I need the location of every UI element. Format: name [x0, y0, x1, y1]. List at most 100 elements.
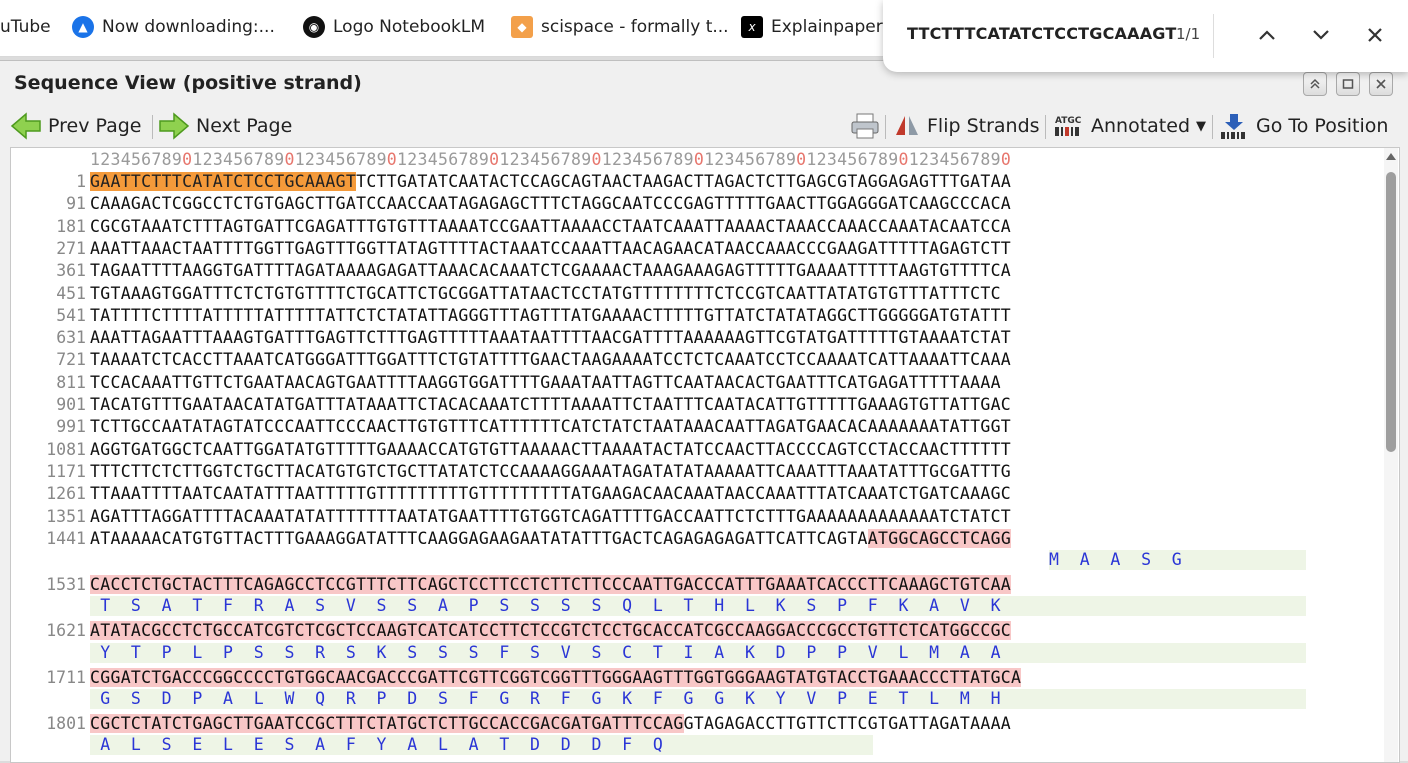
row-position-number: 451	[56, 283, 86, 303]
bookmark-explainpaper[interactable]: x Explainpaper	[741, 14, 883, 40]
nucleotide-run: AAATTAAACTAATTTTGGTTGAGTTTGGTTATAGTTTTAC…	[90, 238, 1012, 258]
sequence-row: 811 TCCACAAATTGTTCTGAATAACAGTGAATTTTAAGGT…	[11, 373, 1381, 393]
protein-translation: T S A T F R A S V S S A P S S S S Q L T …	[90, 596, 1306, 617]
sequence-row: 541 TATTTTCTTTTATTTTTATTTTTATTCTCTATATTAG…	[11, 306, 1381, 326]
panel-title: Sequence View (positive strand)	[14, 72, 362, 94]
scroll-up-icon	[1386, 153, 1396, 160]
row-position-number: 1081	[46, 439, 86, 459]
nucleotide-run: AAATTAGAATTTAAAGTGATTTGAGTTCTTTGAGTTTTTA…	[90, 328, 1012, 348]
go-to-position-icon	[1221, 114, 1245, 139]
sequence-text: TGTAAAGTGGATTTCTCTGTGTTTTCTGCATTCTGCGGAT…	[90, 284, 1001, 303]
bookmark-label: Explainpaper	[771, 17, 883, 37]
row-position-number: 1171	[46, 461, 86, 481]
row-position-number: 361	[56, 261, 86, 281]
sequence-row: 91 CAAAGACTCGGCCTCTGTGAGCTTGATCCAACCAATAG…	[11, 194, 1381, 214]
find-previous-button[interactable]	[1252, 20, 1282, 50]
sequence-row: 271 AAATTAAACTAATTTTGGTTGAGTTTGGTTATAGTTT…	[11, 239, 1381, 259]
row-position-number: 1	[76, 172, 86, 191]
sequence-text: CACCTCTGCTACTTTCAGAGCCTCCGTTTCTTCAGCTCCT…	[90, 575, 1012, 595]
coding-region: ATATACGCCTCTGCCATCGTCTCGCTCCAAGTCATCATCC…	[90, 621, 1012, 641]
prev-page-label: Prev Page	[48, 115, 142, 137]
sequence-row: 1351 AGATTTAGGATTTTACAAATATATTTTTTTAATATG…	[11, 507, 1381, 527]
row-position-number: 991	[56, 417, 86, 437]
arrow-left-icon	[10, 112, 41, 140]
find-input[interactable]: TTCTTTCATATCTCCTGCAAAGT	[907, 24, 1176, 43]
sequence-row: 1 GAATTCTTTCATATCTCCTGCAAAGTTCTTGATATCAAT…	[11, 172, 1381, 192]
row-position-number: 181	[56, 216, 86, 236]
coding-region: CGGATCTGACCCGGCCCCTGTGGCAACGACCCGATTCGTT…	[90, 667, 1022, 687]
sequence-text: GAATTCTTTCATATCTCCTGCAAAGTTCTTGATATCAATA…	[90, 172, 1011, 191]
sequence-text: TCTTGCCAATATAGTATCCCAATTCCCAACTTGTGTTTCA…	[90, 417, 1011, 436]
close-icon	[1368, 28, 1382, 42]
sequence-row: 1081 AGGTGATGGCTCAATTGGATATGTTTTTGAAAACCA…	[11, 440, 1381, 460]
nucleotide-run: TTAAATTTTAATCAATATTTAATTTTTGTTTTTTTTTGTT…	[90, 484, 1012, 504]
collapse-panel-button[interactable]	[1303, 72, 1327, 96]
row-position-number: 271	[56, 238, 86, 258]
sequence-row: 991 TCTTGCCAATATAGTATCCCAATTCCCAACTTGTGTT…	[11, 417, 1381, 437]
scispace-logo-icon: ◆	[511, 16, 533, 38]
sequence-text: CGCTCTATCTGAGCTTGAATCCGCTTTCTATGCTCTTGCC…	[90, 714, 1011, 733]
flip-strands-icon	[896, 116, 918, 135]
nucleotide-run: TCCACAAATTGTTCTGAATAACAGTGAATTTTAAGGTGGA…	[90, 372, 1001, 392]
sequence-row: 451 TGTAAAGTGGATTTCTCTGTGTTTTCTGCATTCTGCG…	[11, 284, 1381, 304]
row-position-number: 1531	[46, 575, 86, 595]
nucleotide-run: AGGTGATGGCTCAATTGGATATGTTTTTGAAAACCATGTG…	[90, 439, 1012, 459]
bookmark-label: Logo NotebookLM	[333, 17, 485, 37]
sequence-text: CAAAGACTCGGCCTCTGTGAGCTTGATCCAACCAATAGAG…	[90, 194, 1011, 213]
nucleotide-run: TCTTGATATCAATACTCCAGCAGTAACTAAGACTTAGACT…	[356, 172, 1012, 191]
vertical-scrollbar[interactable]	[1384, 148, 1398, 762]
svg-text:ATGC: ATGC	[1055, 116, 1082, 126]
maximize-panel-button[interactable]	[1336, 72, 1360, 96]
nucleotide-run: TGTAAAGTGGATTTCTCTGTGTTTTCTGCATTCTGCGGAT…	[90, 283, 1001, 303]
next-page-button[interactable]: Next Page	[158, 110, 292, 142]
sequence-row: 1711 CGGATCTGACCCGGCCCCTGTGGCAACGACCCGATT…	[11, 667, 1381, 688]
sequence-text-area[interactable]: 1234567890123456789012345678901234567890…	[10, 147, 1400, 763]
row-position-number: 91	[66, 194, 86, 214]
chevron-down-icon	[1313, 30, 1329, 40]
row-position-number: 1441	[46, 528, 86, 548]
row-position-number: 541	[56, 305, 86, 325]
printer-icon	[851, 113, 879, 139]
nucleotide-run: AGATTTAGGATTTTACAAATATATTTTTTTAATATGAATT…	[90, 506, 1012, 526]
sequence-text: ATATACGCCTCTGCCATCGTCTCGCTCCAAGTCATCATCC…	[90, 621, 1012, 641]
sequence-text: TAAAATCTCACCTTAAATCATGGGATTTGGATTTCTGTAT…	[90, 350, 1011, 369]
notebooklm-logo-icon: ◉	[303, 16, 325, 38]
bookmark-label: Now downloading:...	[102, 17, 275, 37]
sequence-toolbar: Prev Page Next Page Flip Strands ATGC An…	[0, 107, 1408, 145]
sequence-row: 721 TAAAATCTCACCTTAAATCATGGGATTTGGATTTCTG…	[11, 350, 1381, 370]
maximize-icon	[1342, 79, 1354, 89]
sequence-text: CGCGTAAATCTTTAGTGATTCGAGATTTGTGTTTAAAATC…	[90, 217, 1011, 236]
bookmark-now-downloading[interactable]: ▲ Now downloading:...	[72, 14, 275, 40]
bookmark-label: uTube	[0, 17, 51, 37]
dropdown-arrow-icon: ▼	[1196, 118, 1206, 134]
toolbar-separator	[1045, 115, 1046, 139]
row-position-number: 1711	[46, 667, 86, 687]
row-position-number: 1801	[46, 714, 86, 733]
sequence-row: 1621 ATATACGCCTCTGCCATCGTCTCGCTCCAAGTCATC…	[11, 621, 1381, 641]
sequence-row: 181 CGCGTAAATCTTTAGTGATTCGAGATTTGTGTTTAAA…	[11, 217, 1381, 237]
close-panel-button[interactable]	[1369, 72, 1393, 96]
protein-translation: G S D P A L W Q R P D S F G R F G K F G …	[90, 689, 1306, 709]
bookmark-scispace[interactable]: ◆ scispace - formally t...	[511, 14, 729, 40]
nucleotide-run: TAAAATCTCACCTTAAATCATGGGATTTGGATTTCTGTAT…	[90, 350, 1012, 370]
row-position-number: 1351	[46, 506, 86, 526]
flip-strands-button[interactable]: Flip Strands	[893, 110, 1040, 142]
sequence-row: 631 AAATTAGAATTTAAAGTGATTTGAGTTCTTTGAGTTT…	[11, 328, 1381, 348]
sequence-text: TATTTTCTTTTATTTTTATTTTTATTCTCTATATTAGGGT…	[90, 306, 1011, 325]
nucleotide-run: CGCGTAAATCTTTAGTGATTCGAGATTTGTGTTTAAAATC…	[90, 216, 1012, 236]
bookmark-notebooklm[interactable]: ◉ Logo NotebookLM	[303, 14, 485, 40]
sequence-text: TCCACAAATTGTTCTGAATAACAGTGAATTTTAAGGTGGA…	[90, 373, 1001, 392]
row-position-number: 631	[56, 328, 86, 348]
print-button[interactable]	[850, 110, 880, 142]
scrollbar-thumb[interactable]	[1386, 172, 1396, 452]
nucleotide-run: CAAAGACTCGGCCTCTGTGAGCTTGATCCAACCAATAGAG…	[90, 194, 1012, 214]
find-close-button[interactable]	[1360, 20, 1390, 50]
sequence-text: TTAAATTTTAATCAATATTTAATTTTTGTTTTTTTTTGTT…	[90, 484, 1011, 503]
coding-region: CGCTCTATCTGAGCTTGAATCCGCTTTCTATGCTCTTGCC…	[90, 714, 684, 733]
prev-page-button[interactable]: Prev Page	[10, 110, 142, 142]
go-to-position-button[interactable]: Go To Position	[1218, 110, 1388, 142]
bookmark-youtube[interactable]: uTube	[0, 14, 51, 40]
find-next-button[interactable]	[1306, 20, 1336, 50]
annotated-dropdown[interactable]: ATGC Annotated ▼	[1053, 110, 1206, 142]
find-separator	[1213, 14, 1214, 58]
